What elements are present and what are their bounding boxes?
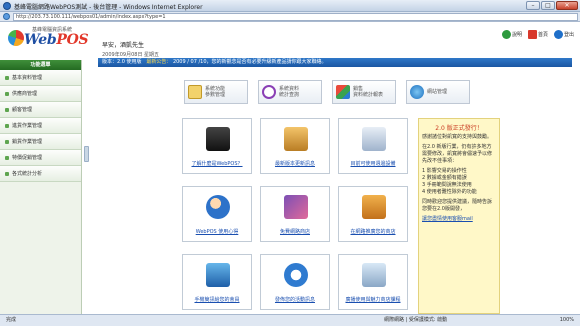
window-titlebar: 基峰電腦網路WebPOS測試 - 後台管理 - Windows Internet… — [0, 0, 580, 12]
feature-tiles: 了解什麼是WebPOS？ 最新版本更新訊息 目前可使用週邊設備 WebPOS 使… — [182, 118, 414, 314]
greeting: 早安，酒凱先生 — [102, 42, 145, 49]
sidebar-item-statistics[interactable]: 各式統計分析 — [0, 166, 81, 182]
header-links: 說明 首頁 登出 — [501, 30, 574, 39]
tile-sms-members[interactable]: 手機簡訊給您的會員 — [182, 254, 252, 310]
minimize-button[interactable]: – — [526, 1, 540, 10]
shortcut-system-settings[interactable]: 系統功能 參數管理 — [184, 80, 248, 104]
shortcut-sales-report[interactable]: 銷售 資料統計報表 — [332, 80, 396, 104]
shortcut-website-admin[interactable]: 網站管理 — [406, 80, 470, 104]
document-icon — [188, 85, 202, 99]
address-bar: http://203.73.100.111/webpos01/admin/ind… — [0, 12, 580, 22]
status-bar: 完成 網際網路 | 受保護模式: 啟動 100% — [0, 314, 580, 326]
status-text: 完成 — [6, 317, 17, 323]
zoom-level[interactable]: 100% — [560, 315, 574, 326]
download-box-icon — [284, 127, 308, 151]
sidebar-collapse-handle[interactable] — [84, 146, 89, 162]
release-notice: 2.0 版正式發行！ 感謝諸位對凱寬的支持與鼓勵。 在2.0 新版行業，仍有許多… — [418, 118, 500, 314]
notice-paragraph: 感謝諸位對凱寬的支持與鼓勵。 — [422, 134, 493, 140]
tile-what-is-webpos[interactable]: 了解什麼是WebPOS？ — [182, 118, 252, 174]
pos-terminal-icon — [206, 127, 230, 151]
promote-icon — [362, 195, 386, 219]
store-icon — [284, 195, 308, 219]
tile-peripherals[interactable]: 目前可使用週邊設備 — [338, 118, 408, 174]
tile-user-experience[interactable]: WebPOS 使用心得 — [182, 186, 252, 242]
globe-icon — [410, 85, 424, 99]
tile-free-store[interactable]: 免費網路商店 — [260, 186, 330, 242]
sidebar-item-sales[interactable]: 銷貨作業管理 — [0, 134, 81, 150]
tile-promote-store[interactable]: 在網路推廣您的商店 — [338, 186, 408, 242]
window-controls: – □ ✕ — [526, 1, 578, 10]
current-date: 2009年09月08日 星期五 — [102, 52, 160, 58]
logout-link[interactable]: 登出 — [553, 30, 574, 39]
notice-list: 1 影響交易的操作性 2 數據或金額有錯誤 3 手冊範間說無法使用 4 使用者難… — [422, 168, 477, 195]
page-header: 基峰電腦資訊系統 WebPOS 早安，酒凱先生 2009年09月08日 星期五 … — [0, 22, 580, 58]
shortcut-row: 系統功能 參數管理 系統資料 統計查詢 銷售 資料統計報表 網站管理 — [184, 80, 474, 104]
news-label: 最新公告： — [146, 59, 172, 65]
page-content: 基峰電腦資訊系統 WebPOS 早安，酒凱先生 2009年09月08日 星期五 … — [0, 22, 580, 314]
support-mail-link[interactable]: 讓您盡情使用客服mail — [422, 216, 473, 222]
sidebar: 功能選單 基本資料管理 供應商管理 顧客管理 進貨作業管理 銷貨作業管理 特價促… — [0, 60, 82, 314]
maximize-button[interactable]: □ — [541, 1, 555, 10]
notice-paragraph: 同時歡迎您提供建議，隨時告訴您要在2.0版開發， — [422, 199, 493, 212]
security-zone: 網際網路 | 受保護模式: 啟動 — [384, 317, 448, 323]
logout-icon — [553, 30, 563, 39]
home-link[interactable]: 首頁 — [527, 30, 548, 39]
greeting-block: 早安，酒凱先生 2009年09月08日 星期五 — [102, 40, 159, 58]
version-bar: 版本：2.0 使用版 最新公告： 2009 / 07 /10，您的新觀念是否有必… — [98, 58, 572, 67]
notice-title: 2.0 版正式發行！ — [435, 125, 483, 132]
home-icon — [527, 30, 537, 39]
peripheral-icon — [362, 127, 386, 151]
help-icon — [501, 30, 511, 39]
ie-icon — [3, 2, 11, 10]
sidebar-item-purchasing[interactable]: 進貨作業管理 — [0, 118, 81, 134]
user-icon — [206, 195, 230, 219]
tile-publish-events[interactable]: 發佈您的活動訊息 — [260, 254, 330, 310]
brand-name: WebPOS — [24, 32, 89, 48]
close-button[interactable]: ✕ — [556, 1, 578, 10]
page-icon — [3, 13, 10, 20]
email-icon — [284, 263, 308, 287]
logo-swirl-icon — [8, 30, 24, 46]
news-text: 2009 / 07 /10，您的新觀念是否有必要升級新產品請你跟大家聯絡。 — [172, 59, 327, 65]
tile-courses[interactable]: 廣播使用與魅力商店課程 — [338, 254, 408, 310]
shortcut-data-query[interactable]: 系統資料 統計查詢 — [258, 80, 322, 104]
chart-icon — [336, 85, 350, 99]
notice-paragraph: 在2.0 新版行業，仍有許多地方需要修改，凱寬將會儘速予以修先改不佳事項： — [422, 144, 493, 164]
webpos-logo[interactable]: 基峰電腦資訊系統 WebPOS — [8, 26, 89, 56]
sidebar-item-suppliers[interactable]: 供應商管理 — [0, 86, 81, 102]
version-label: 版本：2.0 使用版 — [102, 59, 142, 65]
mobile-icon — [206, 263, 230, 287]
tile-latest-updates[interactable]: 最新版本更新訊息 — [260, 118, 330, 174]
sidebar-item-promotions[interactable]: 特價促銷管理 — [0, 150, 81, 166]
course-icon — [362, 263, 386, 287]
url-field[interactable]: http://203.73.100.111/webpos01/admin/ind… — [13, 13, 578, 21]
sidebar-title: 功能選單 — [0, 60, 81, 70]
sidebar-item-basic-data[interactable]: 基本資料管理 — [0, 70, 81, 86]
sidebar-item-customers[interactable]: 顧客管理 — [0, 102, 81, 118]
window-title: 基峰電腦網路WebPOS測試 - 後台管理 - Windows Internet… — [14, 4, 203, 11]
magnifier-icon — [262, 85, 276, 99]
help-link[interactable]: 說明 — [501, 30, 522, 39]
